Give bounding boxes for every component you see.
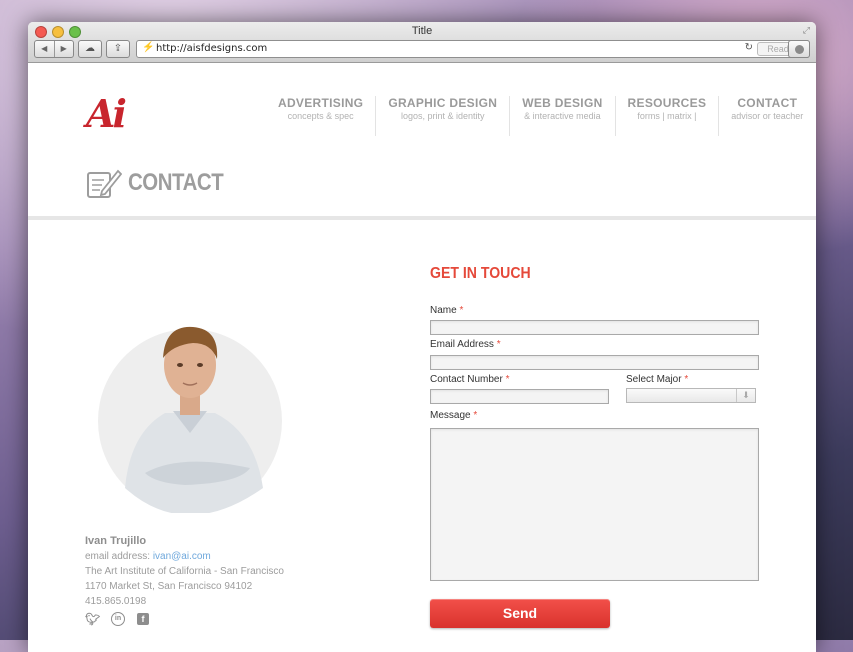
name-field[interactable] — [430, 320, 759, 335]
forward-button[interactable]: ▶ — [55, 41, 74, 57]
message-textarea[interactable] — [430, 428, 759, 581]
nav-item-contact[interactable]: CONTACT advisor or teacher — [718, 96, 815, 136]
profile-photo — [98, 326, 282, 513]
nav-sublabel: & interactive media — [524, 111, 601, 121]
nav-label: ADVERTISING — [278, 96, 364, 110]
nav-label: GRAPHIC DESIGN — [388, 96, 498, 110]
browser-window: Title ⤢ ◀ ▶ ☁ ⇪ ⚡ http://aisfdesigns.com… — [28, 22, 816, 652]
form-title: GET IN TOUCH — [430, 265, 531, 282]
contact-name: Ivan Trujillo — [85, 535, 147, 547]
contact-info: Ivan Trujillo email address: ivan@ai.com… — [85, 534, 284, 609]
email-label: email address: — [85, 551, 153, 562]
share-button[interactable]: ⇪ — [106, 40, 130, 58]
download-icon — [794, 45, 804, 54]
site-logo[interactable]: Ai — [86, 91, 127, 136]
header-divider — [28, 216, 816, 220]
major-select[interactable]: ⬇ — [626, 388, 756, 403]
main-nav: ADVERTISING concepts & spec GRAPHIC DESI… — [266, 96, 815, 136]
browser-titlebar: Title ⤢ ◀ ▶ ☁ ⇪ ⚡ http://aisfdesigns.com… — [28, 22, 816, 63]
address-url: http://aisfdesigns.com — [156, 43, 268, 54]
linkedin-icon[interactable]: in — [111, 612, 125, 626]
site-icon: ⚡ — [142, 42, 155, 53]
icloud-tabs-button[interactable]: ☁ — [78, 40, 102, 58]
send-button[interactable]: Send — [430, 599, 610, 628]
major-label: Select Major * — [626, 374, 689, 385]
edit-note-icon — [87, 169, 122, 198]
window-title: Title — [411, 25, 433, 37]
contact-address: 1170 Market St, San Francisco 94102 — [85, 581, 253, 592]
page-heading: CONTACT — [86, 167, 240, 199]
nav-label: WEB DESIGN — [522, 96, 603, 110]
email-link[interactable]: ivan@ai.com — [153, 551, 211, 562]
chevron-down-icon: ⬇ — [736, 389, 755, 402]
nav-sublabel: logos, print & identity — [400, 111, 485, 121]
contact-number-field[interactable] — [430, 389, 609, 404]
nav-sublabel: advisor or teacher — [731, 111, 804, 121]
email-field[interactable] — [430, 355, 759, 370]
nav-label: RESOURCES — [627, 96, 707, 110]
nav-item-graphic-design[interactable]: GRAPHIC DESIGN logos, print & identity — [375, 96, 509, 136]
back-button[interactable]: ◀ — [35, 41, 55, 57]
nav-label: CONTACT — [737, 96, 798, 110]
contact-school: The Art Institute of California - San Fr… — [85, 566, 284, 577]
nav-item-web-design[interactable]: WEB DESIGN & interactive media — [509, 96, 614, 136]
address-bar[interactable]: ⚡ http://aisfdesigns.com ↻ Reader — [136, 40, 810, 58]
reload-icon[interactable]: ↻ — [745, 42, 753, 53]
contact-phone: 415.865.0198 — [85, 596, 147, 607]
fullscreen-icon[interactable]: ⤢ — [803, 25, 810, 36]
social-links: 🐦︎ in f — [85, 612, 149, 626]
nav-item-advertising[interactable]: ADVERTISING concepts & spec — [266, 96, 375, 136]
contact-email-line: email address: ivan@ai.com — [85, 549, 284, 564]
nav-item-resources[interactable]: RESOURCES forms | matrix | — [614, 96, 719, 136]
contact-number-label: Contact Number * — [430, 374, 510, 385]
nav-sublabel: concepts & spec — [287, 111, 354, 121]
back-forward-buttons: ◀ ▶ — [34, 40, 74, 58]
email-label: Email Address * — [430, 339, 501, 350]
message-label: Message * — [430, 410, 478, 421]
browser-toolbar: ◀ ▶ ☁ ⇪ ⚡ http://aisfdesigns.com ↻ Reade… — [34, 40, 810, 58]
facebook-icon[interactable]: f — [137, 613, 149, 625]
downloads-button[interactable] — [788, 40, 810, 58]
page-title: CONTACT — [128, 169, 224, 196]
nav-sublabel: forms | matrix | — [637, 111, 697, 121]
twitter-icon[interactable]: 🐦︎ — [85, 612, 100, 626]
web-page: Ai ADVERTISING concepts & spec GRAPHIC D… — [28, 63, 816, 652]
name-label: Name * — [430, 305, 464, 316]
